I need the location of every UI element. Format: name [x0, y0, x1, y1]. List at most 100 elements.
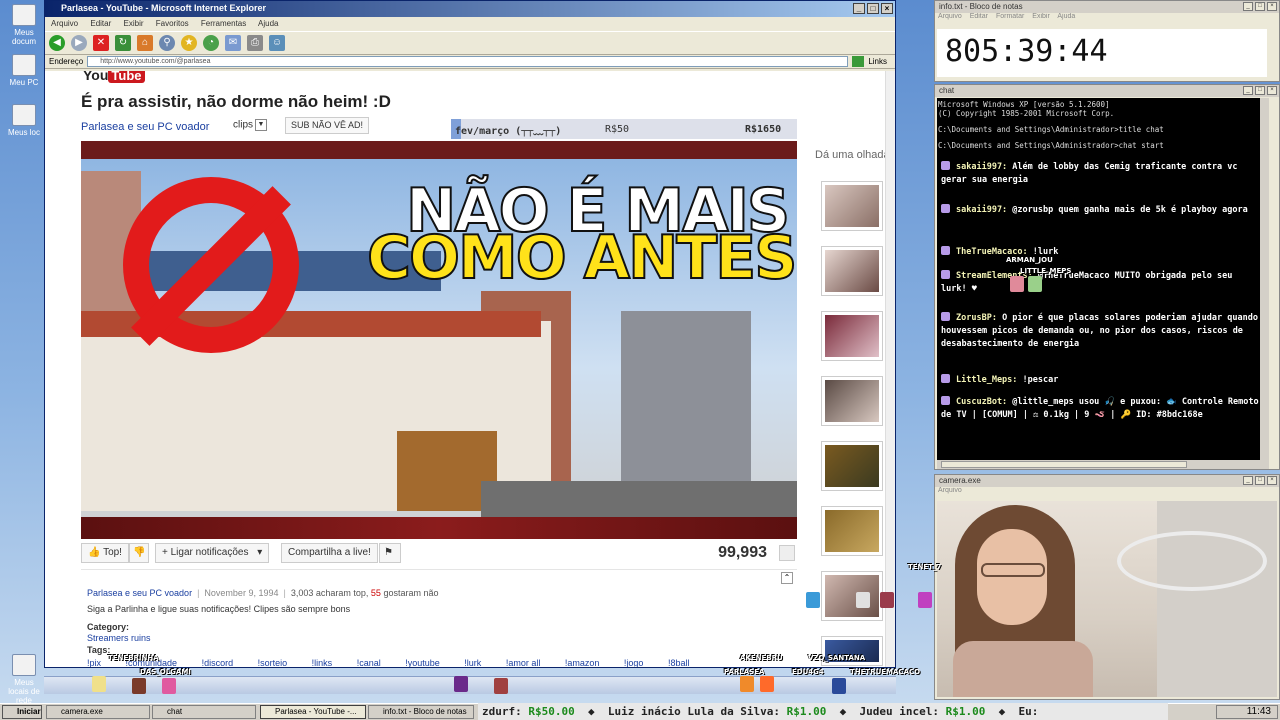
- view-count: 99,993: [718, 544, 767, 561]
- desktop-icon-network[interactable]: Meus loc: [4, 104, 44, 137]
- clips-dropdown[interactable]: clips ▼: [233, 119, 268, 131]
- tag-link[interactable]: !discord: [202, 658, 234, 667]
- collapse-icon[interactable]: ⌃: [781, 572, 793, 584]
- related-video-thumb[interactable]: [821, 246, 883, 296]
- tag-link[interactable]: !jogo: [624, 658, 644, 667]
- tag-link[interactable]: !youtube: [405, 658, 440, 667]
- back-icon[interactable]: ◀: [49, 35, 65, 51]
- tag-link[interactable]: !sorteio: [258, 658, 288, 667]
- menu-favorites[interactable]: Favoritos: [156, 19, 189, 28]
- desc-likes: 3,003 acharam top,: [290, 588, 369, 598]
- stats-icon[interactable]: [779, 545, 795, 561]
- messenger-icon[interactable]: ☺: [269, 35, 285, 51]
- close-button[interactable]: ×: [881, 3, 893, 14]
- chat-titlebar[interactable]: chat _ □ ×: [935, 85, 1279, 97]
- maximize-button[interactable]: □: [1255, 476, 1265, 485]
- related-video-thumb[interactable]: [821, 181, 883, 231]
- maximize-button[interactable]: □: [867, 3, 879, 14]
- desktop-icon-network-places[interactable]: Meus locais de rede: [4, 654, 44, 705]
- forward-icon[interactable]: ▶: [71, 35, 87, 51]
- camera-titlebar[interactable]: camera.exe _ □ ×: [935, 475, 1279, 487]
- history-icon[interactable]: ◔: [203, 35, 219, 51]
- maximize-button[interactable]: □: [1255, 2, 1265, 11]
- task-ie[interactable]: Parlasea - YouTube -...: [260, 705, 366, 719]
- search-icon[interactable]: ⚲: [159, 35, 175, 51]
- tag-link[interactable]: !lurk: [464, 658, 481, 667]
- close-button[interactable]: ×: [1267, 86, 1277, 95]
- scroll-thumb[interactable]: [941, 461, 1187, 468]
- stream-timer[interactable]: 805:39:44: [937, 29, 1267, 77]
- menu-format[interactable]: Formatar: [996, 13, 1024, 20]
- tag-link[interactable]: !amor all: [506, 658, 541, 667]
- links-label[interactable]: Links: [868, 57, 887, 66]
- related-video-thumb[interactable]: [821, 506, 883, 556]
- notifications-button[interactable]: + Ligar notificações ▾: [155, 543, 270, 563]
- address-input[interactable]: http://www.youtube.com/@parlasea: [87, 56, 849, 67]
- channel-link[interactable]: Parlasea e seu PC voador: [81, 121, 209, 133]
- task-camera[interactable]: camera.exe: [46, 705, 150, 719]
- dislike-button[interactable]: 👎: [129, 543, 149, 563]
- related-video-thumb[interactable]: [821, 441, 883, 491]
- video-player[interactable]: NÃO É MAIS COMO ANTES!: [81, 141, 797, 539]
- like-button[interactable]: 👍 Top!: [81, 543, 129, 563]
- ticker-amount: R$50.00: [528, 705, 575, 718]
- youtube-logo[interactable]: You Tube: [83, 71, 163, 83]
- tag-link[interactable]: !canal: [357, 658, 381, 667]
- share-button[interactable]: Compartilha a live!: [281, 543, 378, 563]
- related-video-thumb[interactable]: [821, 376, 883, 426]
- minimize-button[interactable]: _: [1243, 86, 1253, 95]
- desktop-icon-my-computer[interactable]: Meu PC: [4, 54, 44, 87]
- menu-file[interactable]: Arquivo: [938, 13, 962, 20]
- menu-edit[interactable]: Editar: [970, 13, 988, 20]
- menu-view[interactable]: Exibir: [1032, 13, 1050, 20]
- menu-edit[interactable]: Editar: [90, 19, 111, 28]
- notepad-titlebar[interactable]: info.txt - Bloco de notas _ □ ×: [935, 1, 1279, 13]
- refresh-icon[interactable]: ↻: [115, 35, 131, 51]
- chat-message: StreamElements: @TheTrueMacaco MUITO obr…: [941, 270, 1233, 294]
- viewer-name-label: TENEBRINHA: [108, 654, 159, 662]
- viewer-avatar: [856, 592, 870, 608]
- menu-file[interactable]: Arquivo: [51, 19, 78, 28]
- camera-window: camera.exe _ □ × Arquivo: [934, 474, 1280, 700]
- print-icon[interactable]: ⎙: [247, 35, 263, 51]
- favorites-icon[interactable]: ★: [181, 35, 197, 51]
- close-button[interactable]: ×: [1267, 476, 1277, 485]
- desktop-icon-my-documents[interactable]: Meus docum: [4, 4, 44, 46]
- related-video-thumb[interactable]: [821, 571, 883, 621]
- menu-help[interactable]: Ajuda: [1057, 13, 1075, 20]
- menu-view[interactable]: Exibir: [124, 19, 144, 28]
- tag-link[interactable]: !pix: [87, 658, 101, 667]
- go-icon[interactable]: [852, 56, 865, 67]
- tag-link[interactable]: !amazon: [565, 658, 600, 667]
- category-link[interactable]: Streamers ruins: [87, 633, 151, 643]
- tag-link[interactable]: !8ball: [668, 658, 690, 667]
- task-chat[interactable]: chat: [152, 705, 256, 719]
- viewer-avatar: [454, 676, 468, 692]
- ie-titlebar[interactable]: Parlasea - YouTube - Microsoft Internet …: [45, 1, 895, 17]
- stop-icon[interactable]: ✕: [93, 35, 109, 51]
- tag-link[interactable]: !links: [312, 658, 333, 667]
- flag-button[interactable]: ⚑: [379, 543, 401, 563]
- menu-help[interactable]: Ajuda: [258, 19, 278, 28]
- start-button[interactable]: Iniciar: [2, 705, 42, 719]
- minimize-button[interactable]: _: [1243, 476, 1253, 485]
- related-video-thumb[interactable]: [821, 311, 883, 361]
- minimize-button[interactable]: _: [1243, 2, 1253, 11]
- mail-icon[interactable]: ✉: [225, 35, 241, 51]
- menu-file[interactable]: Arquivo: [938, 487, 962, 494]
- task-notepad[interactable]: info.txt - Bloco de notas: [368, 705, 474, 719]
- ie-menubar: Arquivo Editar Exibir Favoritos Ferramen…: [45, 17, 895, 31]
- subscribe-button[interactable]: SUB NÃO VÊ AD!: [285, 117, 370, 134]
- page-scrollbar[interactable]: [885, 71, 895, 667]
- menu-tools[interactable]: Ferramentas: [201, 19, 246, 28]
- close-button[interactable]: ×: [1267, 2, 1277, 11]
- streamer-glasses: [981, 563, 1045, 577]
- home-icon[interactable]: ⌂: [137, 35, 153, 51]
- desc-channel[interactable]: Parlasea e seu PC voador: [87, 588, 192, 598]
- minimize-button[interactable]: _: [853, 3, 865, 14]
- console-hscrollbar[interactable]: [937, 460, 1269, 469]
- badge-icon: [941, 204, 950, 213]
- address-bar: Endereço http://www.youtube.com/@parlase…: [45, 55, 895, 69]
- maximize-button[interactable]: □: [1255, 86, 1265, 95]
- console-scrollbar[interactable]: [1260, 98, 1269, 460]
